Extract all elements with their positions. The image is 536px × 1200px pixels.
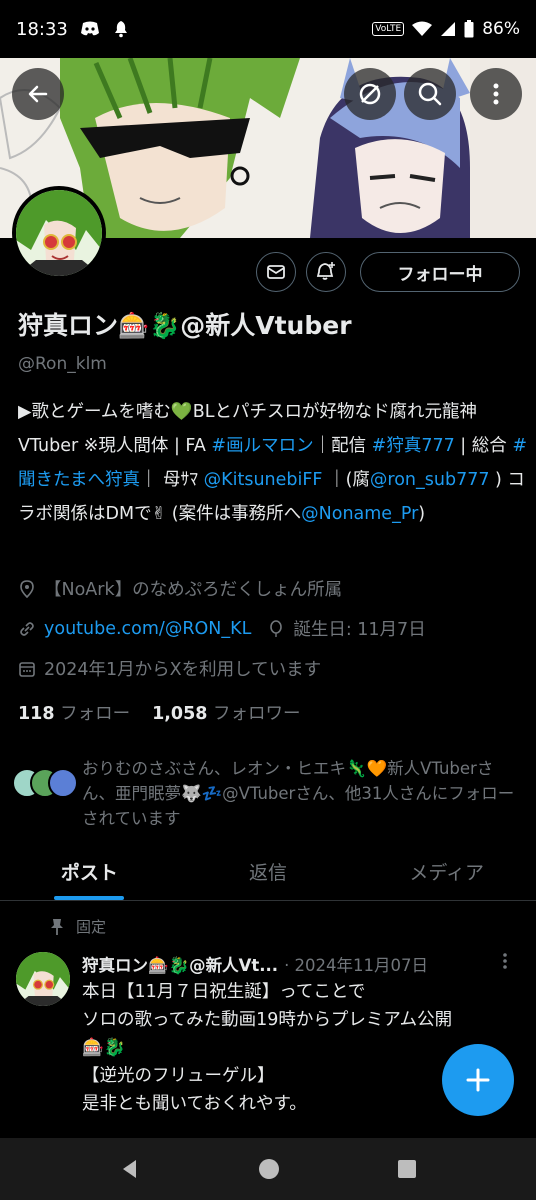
battery-icon <box>464 20 474 38</box>
followed-by-avatars <box>12 768 82 808</box>
mention-mother[interactable]: @KitsunebiFF <box>204 470 323 490</box>
profile-tabs: ポスト 返信 メディア <box>0 845 536 901</box>
post-author-name[interactable]: 狩真ロン🎰🐉@新人Vt... <box>82 952 278 976</box>
nav-recents-icon[interactable] <box>397 1159 417 1179</box>
mention-sub[interactable]: @ron_sub777 <box>370 470 490 490</box>
discord-icon <box>80 21 99 36</box>
following-count-link[interactable]: 118 フォロー <box>18 700 130 725</box>
nav-back-icon[interactable] <box>119 1158 141 1180</box>
compose-post-button[interactable] <box>442 1044 514 1116</box>
link-icon <box>20 621 34 636</box>
back-arrow-icon <box>28 85 48 103</box>
followed-by-text: おりむのさぶさん、レオン・ヒエキ🦎🧡新人VTuberさん、亜門眠夢🐺💤@VTub… <box>82 759 515 828</box>
profile-website-link[interactable]: youtube.com/@RON_KL <box>44 619 251 639</box>
message-button[interactable] <box>256 252 296 292</box>
mail-icon <box>267 265 285 279</box>
post-header: 狩真ロン🎰🐉@新人Vt... · 2024年11月07日 <box>82 952 522 976</box>
location-pin-icon <box>20 579 34 598</box>
notify-button[interactable] <box>306 252 346 292</box>
back-button[interactable] <box>12 68 64 120</box>
more-vertical-icon <box>503 953 507 969</box>
profile-handle: @Ron_klm <box>18 354 107 374</box>
grok-icon <box>359 83 381 105</box>
follower-avatar <box>48 768 78 798</box>
search-button[interactable] <box>404 68 456 120</box>
profile-links-row: youtube.com/@RON_KL 誕生日: 11月7日 <box>18 616 426 641</box>
notification-bell-icon <box>114 21 127 38</box>
status-time: 18:33 <box>16 18 68 40</box>
profile-avatar[interactable] <box>12 186 106 280</box>
profile-stats: 118 フォロー 1,058 フォロワー <box>18 700 301 725</box>
plus-icon <box>466 1068 490 1092</box>
more-options-button[interactable] <box>470 68 522 120</box>
pin-icon <box>51 918 63 935</box>
hashtag-stream[interactable]: #狩真777 <box>372 436 455 456</box>
hashtag-fa[interactable]: #画ルマロン <box>211 436 313 456</box>
system-nav-bar <box>0 1138 536 1200</box>
battery-percent: 86% <box>482 19 520 39</box>
post-date[interactable]: · 2024年11月07日 <box>284 952 428 976</box>
pinned-indicator: 固定 <box>50 916 106 937</box>
profile-location: 【NoArk】のなめぷろだくしょん所属 <box>18 576 342 601</box>
tab-media[interactable]: メディア <box>357 845 536 900</box>
profile-joined: 2024年1月からXを利用しています <box>18 656 321 681</box>
search-icon <box>418 82 442 106</box>
wifi-icon <box>412 21 433 36</box>
bell-plus-icon <box>316 262 335 280</box>
profile-birthday: 誕生日: 11月7日 <box>293 620 426 640</box>
grok-button[interactable] <box>344 68 396 120</box>
followed-by-section[interactable]: おりむのさぶさん、レオン・ヒエキ🦎🧡新人VTuberさん、亜門眠夢🐺💤@VTub… <box>12 756 528 831</box>
profile-bio: ▶歌とゲームを嗜む💚BLとパチスロが好物なド腐れ元龍神VTuber ※現人間体 … <box>18 402 527 524</box>
mention-office[interactable]: @Noname_Pr <box>301 504 418 524</box>
nav-home-icon[interactable] <box>258 1158 280 1180</box>
post-avatar-illustration <box>16 952 70 1006</box>
tab-replies[interactable]: 返信 <box>179 845 358 900</box>
profile-display-name: 狩真ロン🎰🐉@新人Vtuber <box>18 311 352 340</box>
signal-icon <box>441 22 456 36</box>
calendar-icon <box>19 661 35 677</box>
birthday-balloon-icon <box>270 619 283 637</box>
followers-count-link[interactable]: 1,058 フォロワー <box>152 700 300 725</box>
post-more-button[interactable] <box>502 952 508 975</box>
volte-badge: VoLTE <box>372 22 405 36</box>
tab-posts[interactable]: ポスト <box>0 845 179 900</box>
post-author-avatar[interactable] <box>16 952 70 1006</box>
avatar <box>16 190 102 276</box>
following-button[interactable]: フォロー中 <box>360 252 520 292</box>
status-bar: 18:33 VoLTE 86% <box>0 0 536 58</box>
avatar-illustration <box>16 190 102 276</box>
more-vertical-icon <box>493 83 499 105</box>
